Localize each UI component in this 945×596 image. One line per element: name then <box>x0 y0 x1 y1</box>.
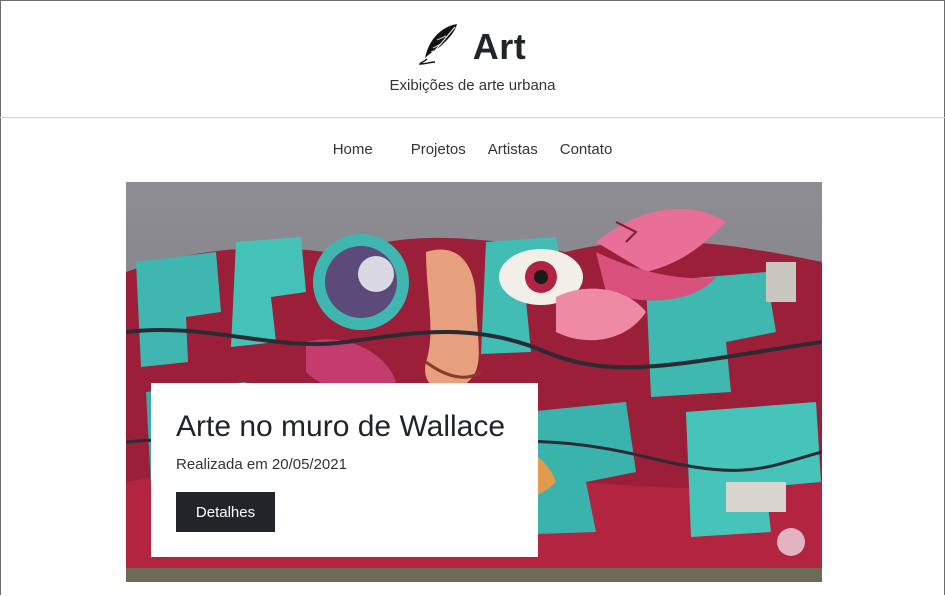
site-title: Art <box>472 25 527 67</box>
featured-hero: Arte no muro de Wallace Realizada em 20/… <box>126 182 822 582</box>
nav-home[interactable]: Home <box>333 141 373 158</box>
site-subtitle: Exibições de arte urbana <box>389 77 556 94</box>
featured-card: Arte no muro de Wallace Realizada em 20/… <box>151 383 538 557</box>
main-nav: Home Projetos Artistas Contato <box>0 141 945 158</box>
nav-artistas[interactable]: Artistas <box>488 141 538 158</box>
nav-contato[interactable]: Contato <box>560 141 613 158</box>
brand[interactable]: Art <box>0 22 945 71</box>
featured-title: Arte no muro de Wallace <box>176 410 506 443</box>
details-button[interactable]: Detalhes <box>176 492 275 532</box>
feather-quill-icon <box>418 22 459 71</box>
featured-date: Realizada em 20/05/2021 <box>176 456 347 473</box>
nav-projetos[interactable]: Projetos <box>411 141 466 158</box>
site-header: Art Exibições de arte urbana <box>0 0 945 118</box>
